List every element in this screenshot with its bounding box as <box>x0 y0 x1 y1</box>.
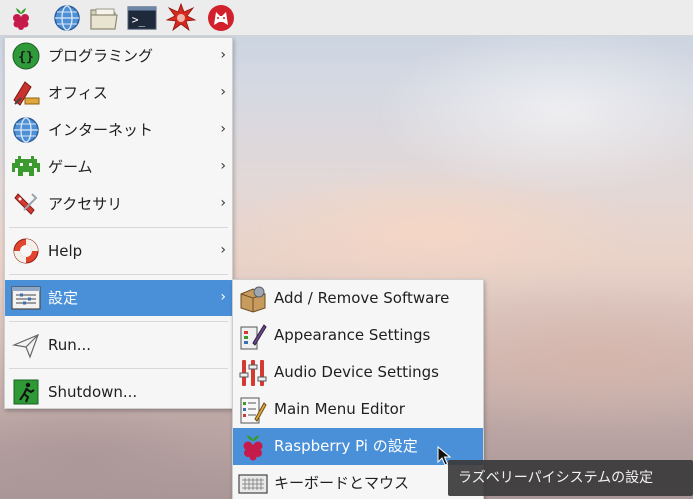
wolfram-launcher[interactable] <box>206 3 236 33</box>
preferences-icon <box>11 283 41 313</box>
svg-text:>_: >_ <box>132 14 146 27</box>
submenu-arrow-icon: › <box>220 242 226 258</box>
shutdown-icon <box>11 377 41 407</box>
audio-device-settings-icon <box>238 358 268 388</box>
menu-item-help[interactable]: Help › <box>5 233 232 269</box>
taskbar-panel: >_ <box>0 0 693 36</box>
menu-item-office[interactable]: オフィス › <box>5 75 232 111</box>
file-manager-icon <box>90 8 118 30</box>
submenu-item-label: Raspberry Pi の設定 <box>274 437 418 455</box>
menu-item-programming[interactable]: {} プログラミング › <box>5 38 232 74</box>
mathematica-launcher[interactable] <box>166 3 196 33</box>
run-icon <box>11 330 41 360</box>
keyboard-mouse-icon <box>238 469 268 499</box>
menu-item-label: アクセサリ <box>48 195 123 213</box>
terminal-launcher[interactable]: >_ <box>127 3 157 33</box>
menu-item-accessories[interactable]: アクセサリ › <box>5 186 232 222</box>
office-icon <box>11 78 41 108</box>
submenu-item-keyboard-mouse[interactable]: キーボードとマウス <box>233 465 483 499</box>
main-menu: {} プログラミング › オフィス › インターネット › ゲーム › アクセサ… <box>4 37 233 409</box>
svg-text:{}: {} <box>18 50 34 65</box>
menu-item-internet[interactable]: インターネット › <box>5 112 232 148</box>
main-menu-editor-icon <box>238 395 268 425</box>
help-icon <box>11 236 41 266</box>
add-remove-software-icon <box>238 284 268 314</box>
submenu-arrow-icon: › <box>220 289 226 305</box>
mathematica-icon <box>166 3 196 32</box>
tooltip: ラズベリーパイシステムの設定 <box>448 460 693 496</box>
menu-item-preferences[interactable]: 設定 › <box>5 280 232 316</box>
menu-item-label: Run... <box>48 336 92 354</box>
raspberry-menu-button[interactable] <box>6 3 36 33</box>
appearance-settings-icon <box>238 321 268 351</box>
wolfram-icon <box>208 5 234 31</box>
submenu-arrow-icon: › <box>220 121 226 137</box>
submenu-item-label: キーボードとマウス <box>274 474 410 492</box>
menu-separator <box>9 274 228 275</box>
programming-icon: {} <box>11 41 41 71</box>
submenu-item-main-menu-editor[interactable]: Main Menu Editor <box>233 391 483 428</box>
web-browser-launcher[interactable] <box>52 3 82 33</box>
mouse-cursor-icon <box>437 446 451 466</box>
preferences-submenu: Add / Remove Software Appearance Setting… <box>232 279 484 499</box>
submenu-arrow-icon: › <box>220 158 226 174</box>
submenu-item-add-remove-software[interactable]: Add / Remove Software <box>233 280 483 317</box>
accessories-icon <box>11 189 41 219</box>
menu-item-games[interactable]: ゲーム › <box>5 149 232 185</box>
menu-item-label: オフィス <box>48 84 108 102</box>
raspberry-pi-config-icon <box>238 432 268 462</box>
menu-item-shutdown[interactable]: Shutdown... <box>5 374 232 410</box>
menu-separator <box>9 368 228 369</box>
menu-item-label: Help <box>48 242 83 260</box>
submenu-item-label: Add / Remove Software <box>274 289 450 307</box>
web-browser-icon <box>54 5 80 31</box>
submenu-arrow-icon: › <box>220 195 226 211</box>
submenu-item-label: Audio Device Settings <box>274 363 439 381</box>
raspberry-menu-icon <box>13 8 29 30</box>
menu-item-label: Shutdown... <box>48 383 138 401</box>
submenu-arrow-icon: › <box>220 47 226 63</box>
submenu-item-audio-device-settings[interactable]: Audio Device Settings <box>233 354 483 391</box>
menu-item-label: ゲーム <box>48 158 93 176</box>
menu-item-run[interactable]: Run... <box>5 327 232 363</box>
submenu-item-label: Appearance Settings <box>274 326 431 344</box>
menu-separator <box>9 227 228 228</box>
games-icon <box>11 152 41 182</box>
menu-separator <box>9 321 228 322</box>
submenu-item-appearance-settings[interactable]: Appearance Settings <box>233 317 483 354</box>
menu-item-label: プログラミング <box>48 47 154 65</box>
menu-item-label: 設定 <box>48 289 79 307</box>
terminal-icon: >_ <box>127 6 157 30</box>
menu-item-label: インターネット <box>48 121 154 139</box>
submenu-item-label: Main Menu Editor <box>274 400 405 418</box>
submenu-arrow-icon: › <box>220 84 226 100</box>
internet-icon <box>11 115 41 145</box>
file-manager-launcher[interactable] <box>89 3 119 33</box>
